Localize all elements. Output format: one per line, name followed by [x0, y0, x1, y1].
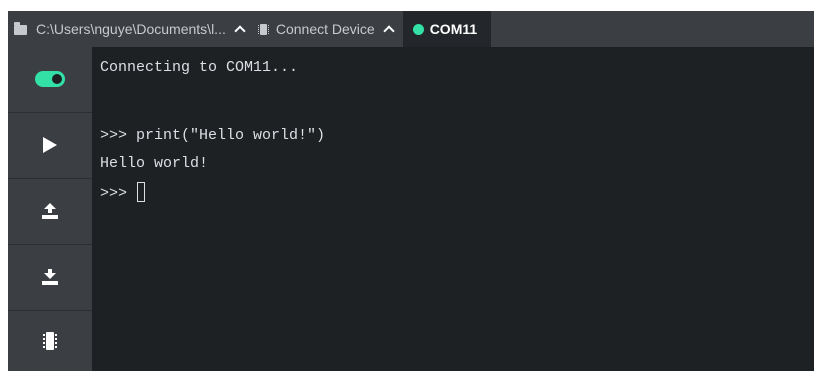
device-button[interactable]	[8, 311, 92, 371]
tab-file-path[interactable]: C:\Users\nguye\Documents\l...	[8, 11, 254, 47]
upload-button[interactable]	[8, 179, 92, 243]
tab-file-path-label: C:\Users\nguye\Documents\l...	[36, 21, 226, 37]
terminal-line: Hello world!	[100, 155, 209, 172]
chip-icon	[43, 332, 57, 350]
sidebar	[8, 47, 92, 371]
text-cursor	[137, 182, 146, 202]
tab-bar: C:\Users\nguye\Documents\l... Connect De…	[8, 11, 814, 47]
chevron-up-icon[interactable]	[383, 25, 395, 37]
connection-toggle-button[interactable]	[8, 47, 92, 111]
tab-connect-device[interactable]: Connect Device	[254, 11, 403, 47]
tab-port[interactable]: COM11	[402, 11, 492, 47]
terminal-line: Connecting to COM11...	[100, 59, 299, 76]
folder-icon	[14, 21, 27, 35]
connection-status-dot	[412, 23, 424, 35]
terminal-line: >>> print("Hello world!")	[100, 127, 326, 144]
tab-port-label: COM11	[429, 21, 478, 37]
chip-icon	[257, 23, 269, 35]
toggle-icon	[35, 71, 65, 87]
run-button[interactable]	[8, 113, 92, 177]
download-icon	[42, 269, 58, 285]
terminal-prompt: >>>	[100, 185, 137, 202]
app-window: C:\Users\nguye\Documents\l... Connect De…	[8, 11, 814, 371]
download-button[interactable]	[8, 245, 92, 309]
chevron-up-icon[interactable]	[234, 25, 246, 37]
terminal-prompt-line[interactable]: >>>	[100, 182, 146, 203]
play-icon	[43, 137, 57, 153]
tab-connect-device-label: Connect Device	[275, 21, 375, 37]
repl-terminal[interactable]: Connecting to COM11... >>> print("Hello …	[92, 47, 814, 371]
upload-icon	[42, 203, 58, 219]
